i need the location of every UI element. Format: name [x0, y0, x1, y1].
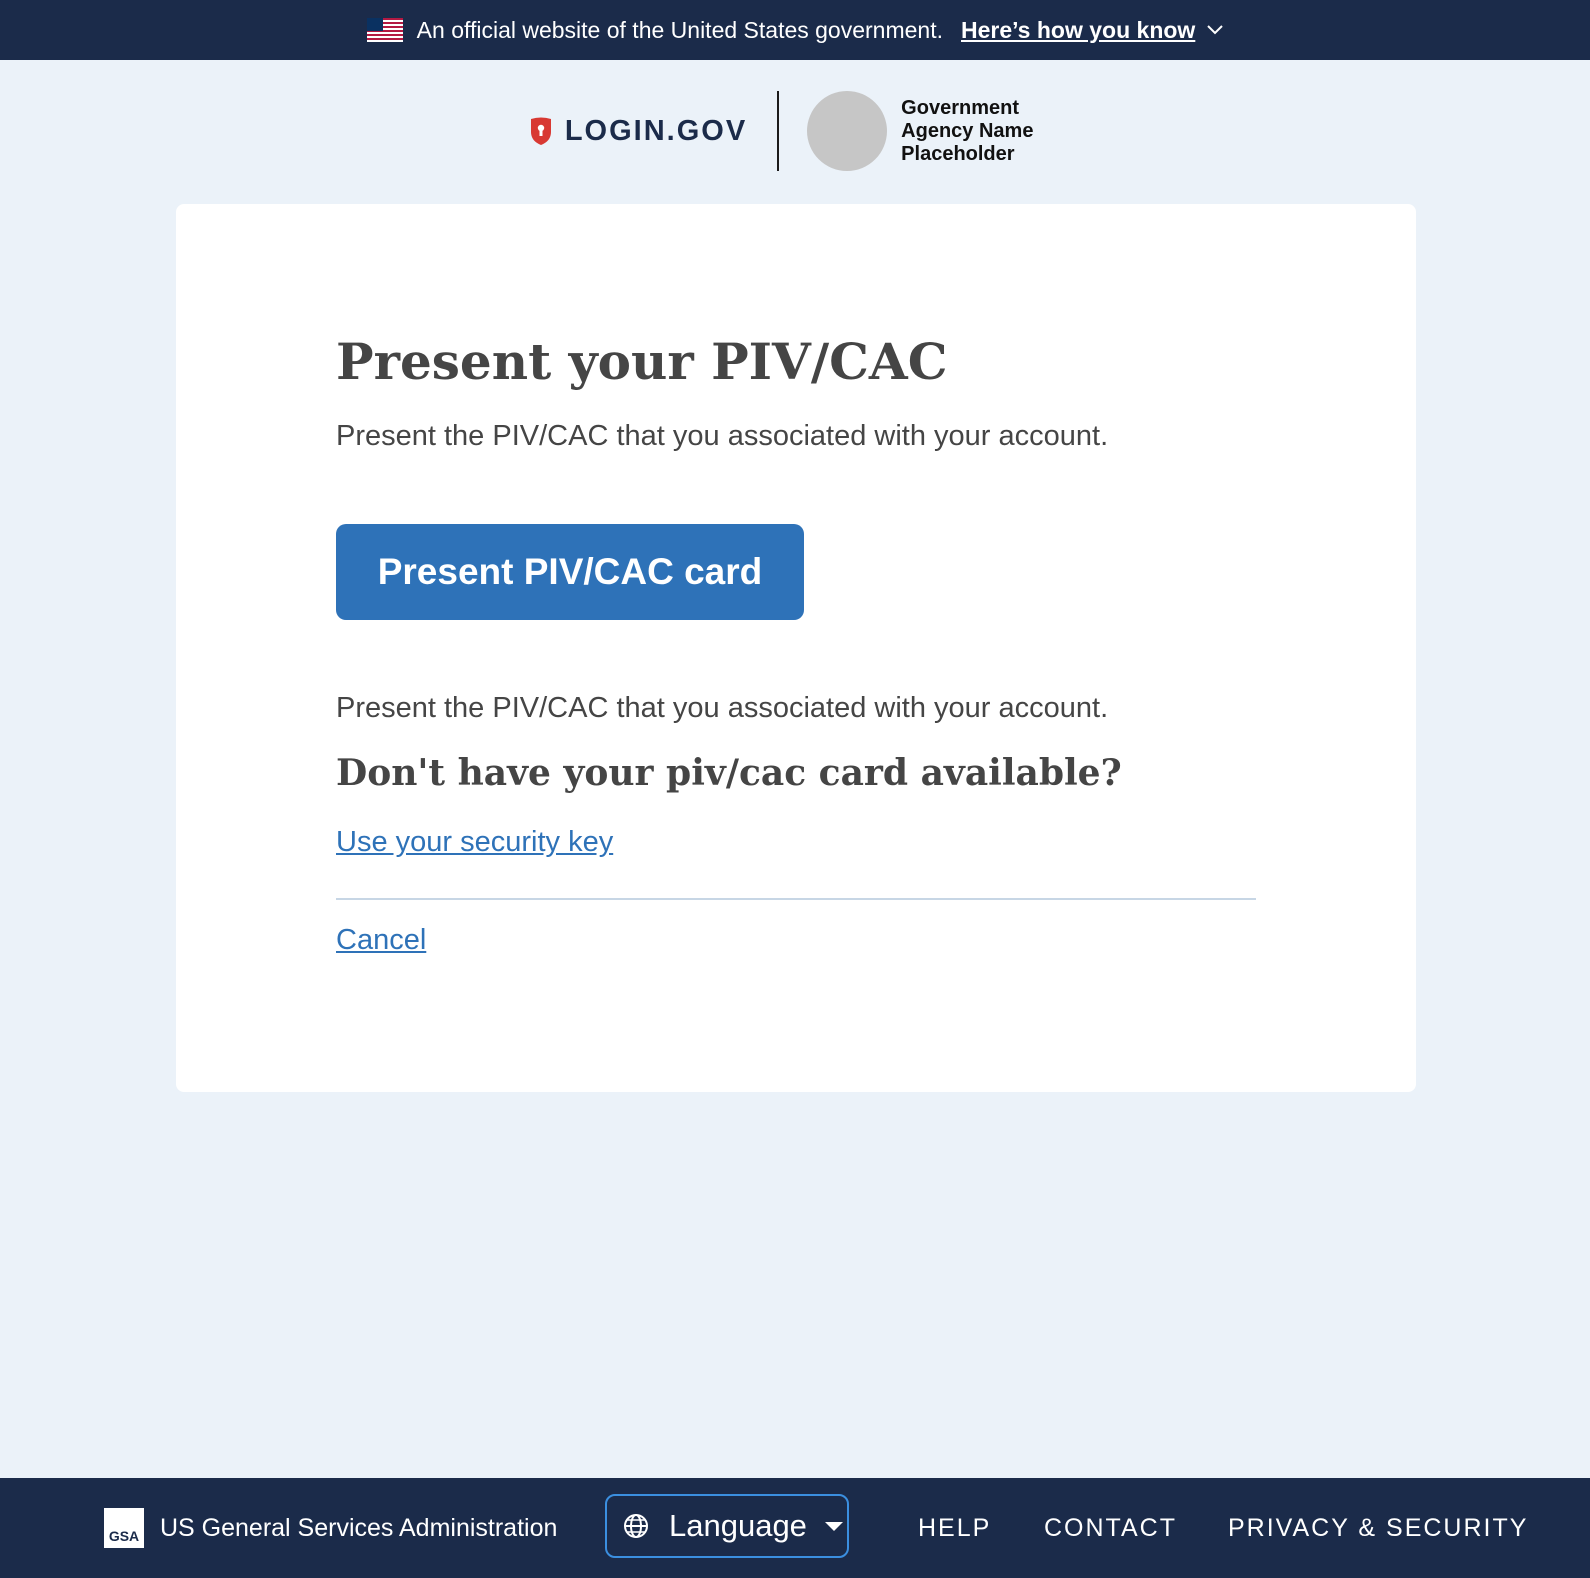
language-label: Language — [669, 1508, 807, 1543]
gsa-text: US General Services Administration — [160, 1513, 558, 1542]
brand-divider — [777, 91, 780, 171]
agency-logo-placeholder — [807, 91, 888, 171]
contact-link[interactable]: CONTACT — [1044, 1514, 1177, 1543]
footer: GSA US General Services Administration L… — [0, 1478, 1590, 1578]
us-flag-icon — [366, 18, 403, 42]
how-you-know-link[interactable]: Here’s how you know — [961, 16, 1224, 44]
use-security-key-link[interactable]: Use your security key — [336, 826, 613, 859]
gov-banner: An official website of the United States… — [0, 0, 1590, 60]
gsa-logo: GSA — [104, 1508, 144, 1548]
cancel-link[interactable]: Cancel — [336, 924, 426, 957]
present-piv-cac-button[interactable]: Present PIV/CAC card — [336, 524, 804, 620]
brand-header: LOGIN.GOV Government Agency Name Placeho… — [0, 90, 1590, 172]
privacy-security-link[interactable]: PRIVACY & SECURITY — [1228, 1514, 1528, 1543]
gsa-link[interactable]: GSA US General Services Administration — [104, 1508, 557, 1548]
chevron-down-icon — [1207, 25, 1224, 35]
caret-down-icon — [824, 1521, 843, 1531]
divider — [336, 898, 1256, 900]
shield-lock-icon — [530, 117, 551, 145]
agency-name: Government Agency Name Placeholder — [901, 96, 1034, 165]
globe-icon — [624, 1514, 648, 1538]
language-dropdown[interactable]: Language — [605, 1494, 849, 1558]
lead-text: Present the PIV/CAC that you associated … — [336, 420, 1109, 452]
main-card: Present your PIV/CAC Present the PIV/CAC… — [176, 204, 1416, 1092]
alt-options-heading: Don't have your piv/cac card available? — [336, 752, 1122, 794]
official-text: An official website of the United States… — [416, 16, 943, 43]
login-gov-logo[interactable]: LOGIN.GOV — [529, 115, 747, 148]
how-you-know-label: Here’s how you know — [961, 16, 1196, 43]
logo-text: LOGIN.GOV — [564, 114, 748, 147]
secondary-text: Present the PIV/CAC that you associated … — [336, 692, 1109, 724]
page-title: Present your PIV/CAC — [336, 332, 948, 391]
help-link[interactable]: HELP — [918, 1514, 991, 1543]
